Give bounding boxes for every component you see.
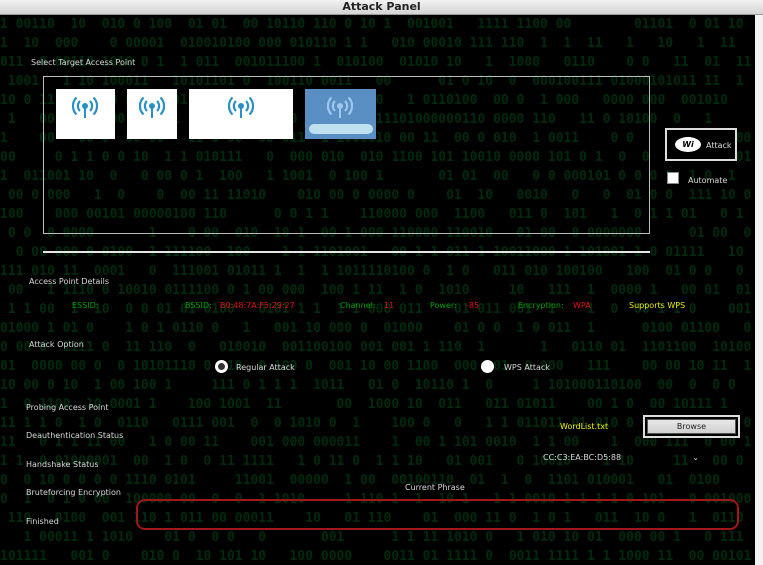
attack-panel-window: Attack Panel 1 00110 10 010 0 100 01 01 … [0,0,763,565]
access-point-card-selected[interactable] [305,89,376,139]
wps-support-label: Supports WPS [629,301,686,310]
access-point-card[interactable] [127,89,177,139]
attack-button[interactable]: Wi Attack [665,128,737,161]
regular-attack-radio[interactable] [215,360,228,373]
current-phrase-label: Current Phrase [405,483,465,492]
access-point-details-label: Access Point Details [29,277,110,286]
attack-option-label: Attack Option [29,340,84,349]
encryption-label: Encryption: [518,301,564,310]
power-label: Power: [430,301,457,310]
channel-label: Channel: [340,301,376,310]
window-edge [755,15,763,565]
wordlist-filename: WordList.txt [560,422,609,431]
client-mac-select[interactable]: CC:C3:EA:BC:D5:88 ⌄ [543,453,703,466]
wifi-ap-icon [139,96,165,118]
browse-button-label: Browse [647,419,736,434]
access-point-card[interactable] [56,89,115,139]
finished-status-label: Finished [26,517,59,526]
client-mac-value: CC:C3:EA:BC:D5:88 [543,453,622,462]
wifi-logo-icon: Wi [675,137,701,152]
handshake-status-label: Handshake Status [26,460,99,469]
browse-button[interactable]: Browse [643,415,740,438]
essid-value [102,301,150,311]
automate-label: Automate [688,176,728,185]
chevron-down-icon: ⌄ [692,453,699,462]
bruteforce-status-label: Bruteforcing Encryption [26,488,121,497]
section-divider [43,251,650,253]
bssid-label: BSSID: [185,301,212,310]
power-value: -85 [466,301,480,310]
regular-attack-label: Regular Attack [236,363,295,372]
attack-button-label: Attack [706,141,732,150]
current-phrase-box [136,499,739,530]
wps-attack-label: WPS Attack [504,363,550,372]
wps-attack-radio[interactable] [481,360,494,373]
wifi-ap-icon [228,96,254,118]
selection-highlight [309,124,373,134]
bssid-value: B0:48:7A:F5:29:27 [220,301,295,310]
wifi-ap-icon [327,96,353,118]
deauth-status-label: Deauthentication Status [26,431,124,440]
access-point-card[interactable] [189,89,293,139]
channel-value: 11 [384,301,395,310]
select-target-label: Select Target Access Point [31,58,136,67]
wifi-ap-icon [72,96,98,118]
probing-status-label: Probing Access Point [26,403,109,412]
window-title: Attack Panel [0,0,763,15]
encryption-value: WPA [573,301,591,310]
automate-checkbox[interactable] [667,172,679,184]
essid-label: ESSID: [72,301,99,310]
